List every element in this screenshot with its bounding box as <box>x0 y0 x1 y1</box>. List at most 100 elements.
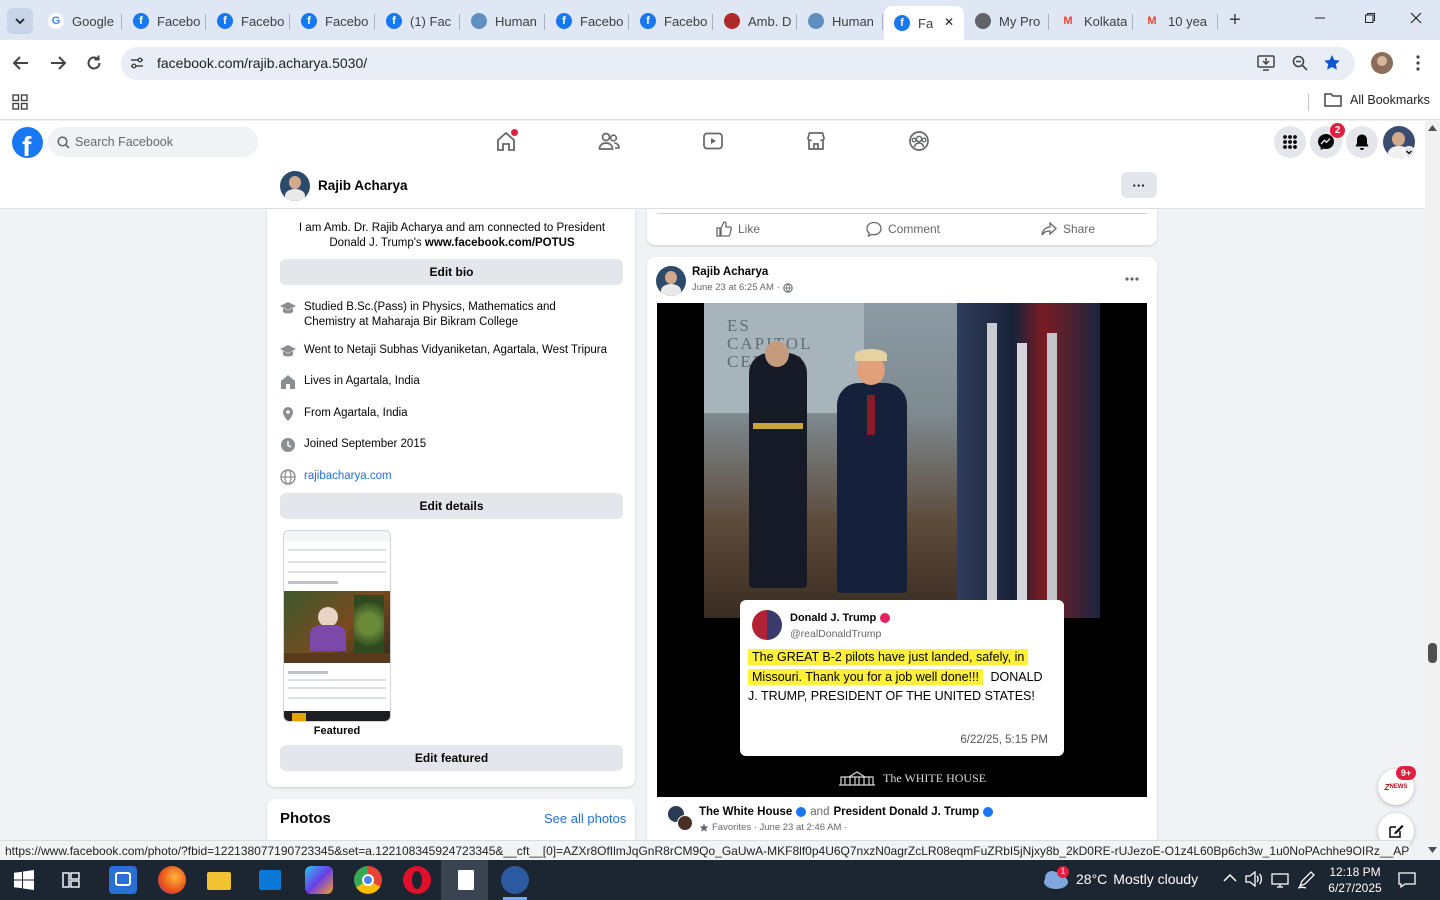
forward-button[interactable] <box>49 54 67 72</box>
volume-icon[interactable] <box>1245 871 1263 887</box>
notification-center-button[interactable] <box>1398 871 1416 889</box>
nav-friends-button[interactable] <box>598 130 622 154</box>
browser-tab[interactable]: Amb. D <box>714 8 797 34</box>
post-options-button[interactable] <box>1124 271 1144 287</box>
task-view-button[interactable] <box>62 871 80 889</box>
comment-button[interactable]: Comment <box>866 221 940 237</box>
profile-name[interactable]: Rajib Acharya <box>318 178 408 193</box>
browser-tab[interactable]: Human <box>798 8 883 34</box>
featured-thumbnail[interactable] <box>283 530 391 722</box>
browser-tab[interactable]: f Facebo <box>291 8 375 34</box>
browser-tab[interactable]: M Kolkata <box>1050 8 1133 34</box>
browser-tab[interactable]: My Pro <box>965 8 1049 34</box>
browser-tab[interactable]: f Facebo <box>207 8 290 34</box>
comment-label: Comment <box>888 222 941 236</box>
post-image[interactable]: ES CAPITOL CENTER Donald J. Trump @realD… <box>657 303 1147 797</box>
photos-title: Photos <box>280 810 331 827</box>
taskbar-app-1-icon[interactable] <box>109 866 137 894</box>
browser-tab[interactable]: Human <box>461 8 545 34</box>
edit-featured-button[interactable]: Edit featured <box>280 745 623 771</box>
pen-icon[interactable] <box>1297 871 1315 889</box>
see-all-photos-link[interactable]: See all photos <box>544 811 626 826</box>
shared-with-page[interactable]: President Donald J. Trump <box>833 806 979 818</box>
website-link[interactable]: rajibacharya.com <box>304 469 392 484</box>
clock-icon <box>281 438 295 452</box>
account-chevron-icon[interactable] <box>1403 146 1415 158</box>
from-city[interactable]: Agartala, India <box>333 407 407 419</box>
edit-bio-button[interactable]: Edit bio <box>280 259 623 285</box>
post-author-name[interactable]: Rajib Acharya <box>692 266 768 278</box>
lives-city[interactable]: Agartala, India <box>346 375 420 387</box>
nav-home-button[interactable] <box>495 129 519 154</box>
facebook-logo[interactable]: f <box>12 127 43 158</box>
browser-tab[interactable]: f Facebo <box>546 8 629 34</box>
file-explorer-icon[interactable] <box>207 866 235 894</box>
minimize-button[interactable] <box>1314 12 1334 28</box>
reload-button[interactable] <box>85 54 103 72</box>
restore-button[interactable] <box>1364 12 1380 28</box>
browser-tab[interactable]: M 10 yea <box>1134 8 1218 34</box>
like-button[interactable]: Like <box>716 221 760 237</box>
taskbar-app-photos-icon[interactable] <box>501 866 529 894</box>
start-button[interactable] <box>14 870 34 890</box>
bookmark-star-icon[interactable] <box>1323 54 1341 72</box>
browser-tab[interactable]: f Facebo <box>630 8 713 34</box>
nav-groups-button[interactable] <box>908 130 932 154</box>
scroll-up-icon[interactable] <box>1428 124 1437 131</box>
notepad-icon[interactable] <box>452 866 480 894</box>
tray-chevron-icon[interactable] <box>1223 873 1237 883</box>
browser-tab-label: Facebo <box>580 13 624 29</box>
notifications-button[interactable] <box>1346 126 1378 158</box>
zoom-icon[interactable] <box>1292 55 1308 71</box>
scroll-down-icon[interactable] <box>1428 847 1437 854</box>
post-author-avatar[interactable] <box>656 266 686 296</box>
chrome-menu-button[interactable] <box>1410 54 1426 72</box>
all-bookmarks-button[interactable]: All Bookmarks <box>1324 93 1430 107</box>
scrollbar-thumb[interactable] <box>1428 643 1437 663</box>
menu-grid-button[interactable] <box>1274 126 1306 158</box>
store-icon[interactable] <box>256 866 284 894</box>
compose-icon <box>1389 825 1404 838</box>
firefox-icon[interactable] <box>158 866 186 894</box>
address-bar[interactable]: facebook.com/rajib.acharya.5030/ <box>121 47 1355 80</box>
nav-marketplace-button[interactable] <box>805 130 829 154</box>
tab-search-button[interactable] <box>7 8 33 34</box>
edit-details-button[interactable]: Edit details <box>280 493 623 519</box>
site-settings-icon[interactable] <box>129 55 145 71</box>
arrow-right-icon <box>51 56 67 70</box>
shared-from-page[interactable]: The White House <box>699 806 792 818</box>
clock[interactable]: 12:18 PM 6/27/2025 <box>1320 864 1390 896</box>
copilot-icon[interactable] <box>305 866 333 894</box>
back-button[interactable] <box>12 54 30 72</box>
close-tab-icon[interactable]: ✕ <box>944 15 954 29</box>
facebook-search-box[interactable]: Search Facebook <box>48 127 258 157</box>
gmail-icon: M <box>1063 15 1073 27</box>
profile-avatar[interactable] <box>280 171 310 201</box>
new-tab-button[interactable]: + <box>1224 10 1246 32</box>
close-window-button[interactable] <box>1410 12 1426 28</box>
bookmarks-bar: All Bookmarks <box>0 88 1440 120</box>
education-school[interactable]: Maharaja Bir Bikram College <box>372 316 518 328</box>
page-scrollbar[interactable] <box>1425 121 1440 853</box>
share-button[interactable]: Share <box>1041 221 1095 237</box>
chrome-icon[interactable] <box>354 866 382 894</box>
install-app-icon[interactable] <box>1257 55 1275 71</box>
network-icon[interactable] <box>1271 872 1289 888</box>
opera-icon[interactable] <box>403 866 431 894</box>
weather-desc: Mostly cloudy <box>1113 871 1199 887</box>
bio-link[interactable]: www.facebook.com/POTUS <box>425 237 575 249</box>
post-timestamp[interactable]: June 23 at 6:25 AM · <box>692 282 780 293</box>
chrome-profile-avatar[interactable] <box>1371 52 1393 74</box>
browser-tab[interactable]: f Facebo <box>123 8 206 34</box>
apps-grid-icon[interactable] <box>12 94 28 110</box>
profile-more-button[interactable]: ··· <box>1121 172 1157 198</box>
browser-tab[interactable]: G Google <box>38 8 122 34</box>
school-name[interactable]: Netaji Subhas Vidyaniketan, Agartala, We… <box>347 344 607 356</box>
url-text[interactable]: facebook.com/rajib.acharya.5030/ <box>157 55 367 71</box>
browser-tab[interactable]: f (1) Fac <box>376 8 460 34</box>
nav-video-button[interactable] <box>702 130 726 154</box>
shared-from-avatar[interactable] <box>668 806 694 832</box>
facebook-icon: f <box>301 13 317 29</box>
shared-timestamp[interactable]: Favorites · June 23 at 2:46 AM · <box>712 822 847 833</box>
browser-tab[interactable]: f Fa ✕ <box>884 6 964 40</box>
